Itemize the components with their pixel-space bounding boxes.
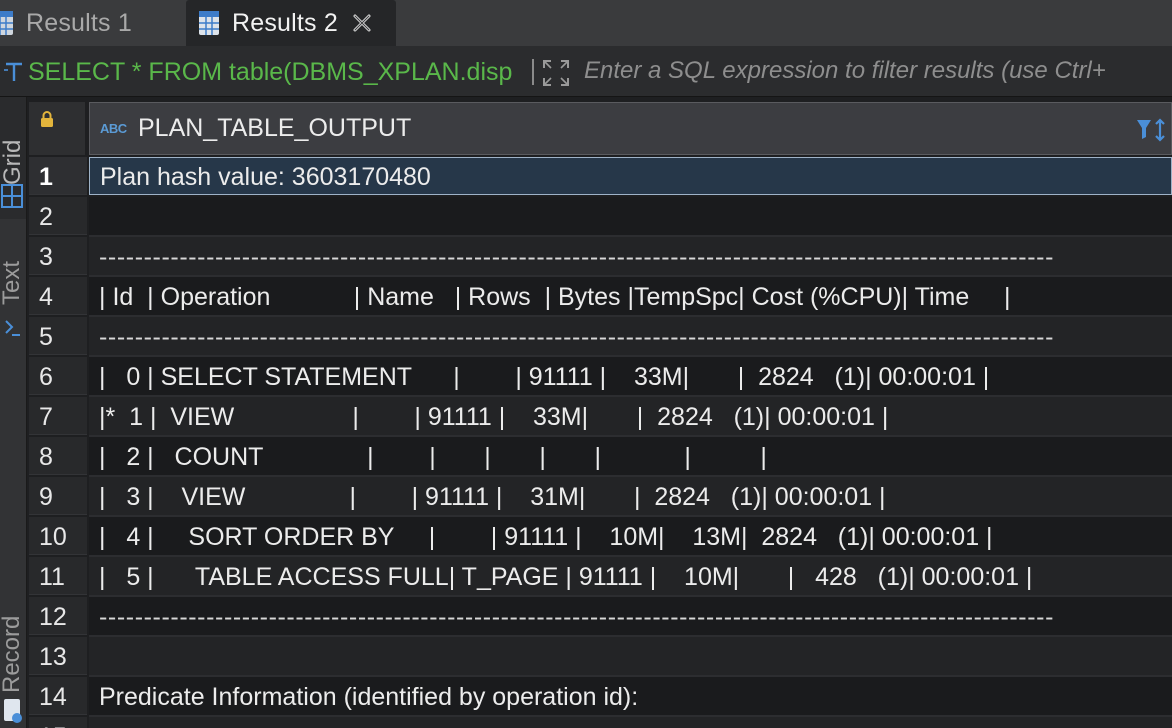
results-grid: ABC PLAN_TABLE_OUTPUT 1 Plan hash value: …: [27, 97, 1172, 728]
table-row[interactable]: 2: [27, 197, 1172, 237]
separator: [532, 59, 534, 85]
column-header-plan-table-output[interactable]: ABC PLAN_TABLE_OUTPUT: [89, 102, 1172, 155]
filter-bar: SELECT * FROM table(DBMS_XPLAN.disp: [0, 46, 1172, 97]
row-number[interactable]: 10: [29, 517, 87, 555]
grid-rows: 1 Plan hash value: 3603170480 2 3 ----------…: [27, 157, 1172, 728]
table-row[interactable]: 6 | 0 | SELECT STATEMENT | | 91111 | 33M|…: [27, 357, 1172, 397]
text-view-icon: [5, 320, 20, 336]
plan-output-cell[interactable]: | 0 | SELECT STATEMENT | | 91111 | 33M| …: [89, 357, 1172, 397]
plan-output-cell[interactable]: [89, 637, 1172, 677]
column-type-icon: ABC: [100, 120, 127, 136]
table-row[interactable]: 9 | 3 | VIEW | | 91111 | 31M| | 2824 (1)|…: [27, 477, 1172, 517]
view-mode-text[interactable]: Text: [0, 247, 26, 347]
plan-output-cell[interactable]: | 3 | VIEW | | 91111 | 31M| | 2824 (1)| …: [89, 477, 1172, 517]
plan-output-cell[interactable]: ----------------------------------------…: [89, 317, 1172, 357]
row-number[interactable]: 2: [29, 197, 87, 235]
plan-output-cell[interactable]: Predicate Information (identified by ope…: [89, 677, 1172, 717]
sql-results-panel: Results 1 Results 2 SELECT * FROM table(…: [0, 0, 1172, 728]
row-number[interactable]: 7: [29, 397, 87, 435]
view-mode-grid[interactable]: Grid: [0, 97, 26, 219]
plan-output-cell[interactable]: Plan hash value: 3603170480: [89, 157, 1172, 195]
row-number[interactable]: 6: [29, 357, 87, 395]
row-number[interactable]: 13: [29, 637, 87, 675]
table-grid-icon: [199, 11, 219, 35]
plan-output-cell[interactable]: | 5 | TABLE ACCESS FULL| T_PAGE | 91111 …: [89, 557, 1172, 597]
filter-expression-input[interactable]: [578, 50, 1172, 92]
plan-output-cell[interactable]: | Id | Operation | Name | Rows | Bytes |…: [89, 277, 1172, 317]
row-number[interactable]: 11: [29, 557, 87, 595]
table-grid-icon: [0, 11, 13, 35]
record-icon: [4, 699, 22, 723]
tab-label: Results 2: [232, 8, 339, 37]
table-row[interactable]: 11 | 5 | TABLE ACCESS FULL| T_PAGE | 9111…: [27, 557, 1172, 597]
plan-output-cell[interactable]: | 4 | SORT ORDER BY | | 91111 | 10M| 13M…: [89, 517, 1172, 557]
table-row[interactable]: 12 --------------------------------------…: [27, 597, 1172, 637]
table-row[interactable]: 7 |* 1 | VIEW | | 91111 | 33M| | 2824 (1)…: [27, 397, 1172, 437]
plan-output-cell[interactable]: | 2 | COUNT | | | | | | |: [89, 437, 1172, 477]
tab-results-1[interactable]: Results 1: [0, 0, 186, 46]
row-number[interactable]: 12: [29, 597, 87, 635]
active-query-text[interactable]: SELECT * FROM table(DBMS_XPLAN.disp: [28, 46, 524, 96]
row-number[interactable]: 15: [29, 717, 87, 728]
row-number[interactable]: 5: [29, 317, 87, 355]
tab-results-2[interactable]: Results 2: [186, 0, 396, 46]
sql-text-icon: [4, 62, 22, 81]
grid-corner: [29, 102, 85, 155]
table-row[interactable]: 13: [27, 637, 1172, 677]
row-number[interactable]: 9: [29, 477, 87, 515]
view-mode-record[interactable]: Record: [0, 597, 26, 728]
row-number[interactable]: 1: [29, 157, 87, 195]
row-number[interactable]: 14: [29, 677, 87, 715]
table-row[interactable]: 10 | 4 | SORT ORDER BY | | 91111 | 10M| 1…: [27, 517, 1172, 557]
expand-icon[interactable]: [541, 58, 571, 88]
plan-output-cell[interactable]: ----------------------------------------…: [89, 597, 1172, 637]
view-mode-label: Record: [0, 615, 25, 693]
column-header-label: PLAN_TABLE_OUTPUT: [138, 114, 412, 142]
plan-output-cell[interactable]: |* 1 | VIEW | | 91111 | 33M| | 2824 (1)|…: [89, 397, 1172, 437]
grid-icon: [1, 184, 23, 208]
plan-output-cell[interactable]: [89, 717, 1172, 728]
row-number[interactable]: 3: [29, 237, 87, 275]
tab-label: Results 1: [26, 8, 133, 37]
view-mode-rail: Grid Text Record: [0, 97, 27, 728]
table-row[interactable]: 14 Predicate Information (identified by o…: [27, 677, 1172, 717]
view-mode-label: Text: [0, 260, 25, 305]
table-row[interactable]: 8 | 2 | COUNT | | | | | | |: [27, 437, 1172, 477]
table-row[interactable]: 5 ---------------------------------------…: [27, 317, 1172, 357]
row-number[interactable]: 4: [29, 277, 87, 315]
plan-output-cell[interactable]: ----------------------------------------…: [89, 237, 1172, 277]
table-row[interactable]: 15: [27, 717, 1172, 728]
table-row[interactable]: 4 | Id | Operation | Name | Rows | Bytes …: [27, 277, 1172, 317]
grid-header-row: ABC PLAN_TABLE_OUTPUT: [27, 102, 1172, 155]
table-row[interactable]: 3 ---------------------------------------…: [27, 237, 1172, 277]
plan-output-cell[interactable]: [89, 197, 1172, 237]
results-tab-bar: Results 1 Results 2: [0, 0, 1172, 46]
filter-sort-icon[interactable]: [1135, 117, 1169, 143]
view-mode-label: Grid: [0, 139, 26, 185]
close-icon[interactable]: [352, 13, 372, 33]
lock-icon: [41, 111, 53, 127]
table-row[interactable]: 1 Plan hash value: 3603170480: [27, 157, 1172, 197]
row-number[interactable]: 8: [29, 437, 87, 475]
